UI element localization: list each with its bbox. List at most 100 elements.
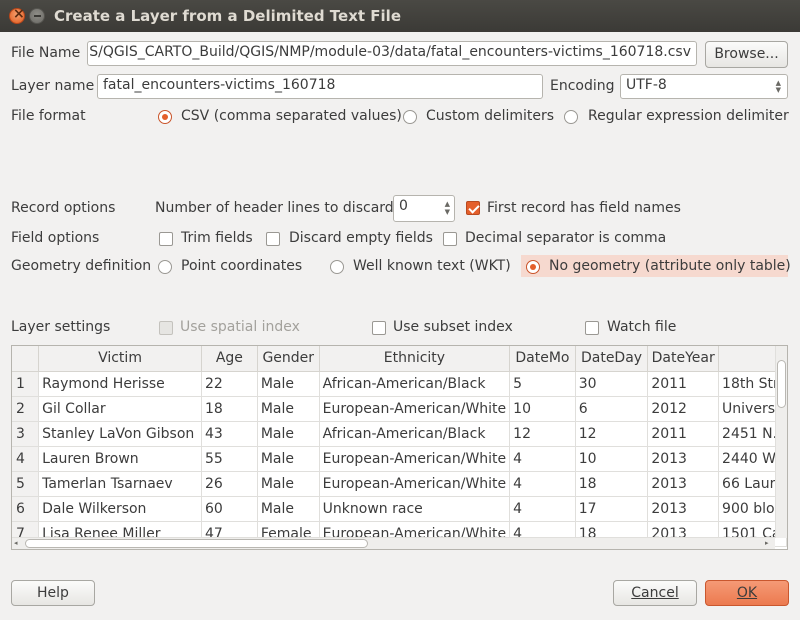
table-cell[interactable]: Tamerlan Tsarnaev [38, 471, 202, 497]
spatial-index-checkbox[interactable] [159, 321, 173, 335]
column-header[interactable]: Ethnicity [319, 346, 511, 372]
discard-empty-checkbox[interactable] [266, 232, 280, 246]
table-cell[interactable]: 60 [201, 496, 258, 522]
table-cell[interactable]: European-American/White [319, 446, 511, 472]
encoding-select[interactable]: UTF-8 ▲ ▼ [620, 74, 788, 99]
row-number: 6 [12, 496, 40, 522]
table-row[interactable]: 1 Raymond Herisse 22 Male African-American/B… [12, 371, 787, 397]
table-cell[interactable]: Lauren Brown [38, 446, 202, 472]
table-cell[interactable]: Male [257, 371, 320, 397]
trim-fields-label[interactable]: Trim fields [181, 230, 253, 246]
decimal-comma-label[interactable]: Decimal separator is comma [465, 230, 666, 246]
table-cell[interactable]: Stanley LaVon Gibson [38, 421, 202, 447]
watch-file-label[interactable]: Watch file [607, 319, 676, 335]
table-cell[interactable]: 4 [509, 471, 576, 497]
table-cell[interactable]: 2013 [647, 496, 720, 522]
table-row[interactable]: 2 Gil Collar 18 Male European-American/White… [12, 396, 787, 422]
discard-empty-label[interactable]: Discard empty fields [289, 230, 433, 246]
table-row[interactable]: 3 Stanley LaVon Gibson 43 Male African-Ameri… [12, 421, 787, 447]
watch-file-checkbox[interactable] [585, 321, 599, 335]
radio-custom-delimiters-label[interactable]: Custom delimiters [426, 108, 554, 124]
table-cell[interactable]: 2011 [647, 421, 720, 447]
radio-no-geometry[interactable] [526, 260, 540, 274]
row-number: 3 [12, 421, 40, 447]
table-cell[interactable]: Male [257, 496, 320, 522]
radio-csv[interactable] [158, 110, 172, 124]
table-cell[interactable]: 12 [509, 421, 576, 447]
minimize-window-button[interactable] [29, 8, 45, 24]
table-cell[interactable]: Dale Wilkerson [38, 496, 202, 522]
file-name-input[interactable]: GIS/QGIS_CARTO_Build/QGIS/NMP/module-03/… [87, 41, 697, 66]
table-cell[interactable]: 43 [201, 421, 258, 447]
table-cell[interactable]: 4 [509, 446, 576, 472]
radio-regex-delimiter-label[interactable]: Regular expression delimiter [588, 108, 789, 124]
header-lines-value: 0 [399, 198, 408, 214]
column-header[interactable]: Gender [257, 346, 320, 372]
table-cell[interactable]: 18 [201, 396, 258, 422]
radio-wkt-label[interactable]: Well known text (WKT) [353, 258, 511, 274]
column-header[interactable]: Victim [38, 346, 202, 372]
horizontal-scroll-thumb[interactable] [25, 539, 368, 548]
column-header[interactable]: DateMo [509, 346, 576, 372]
table-cell[interactable]: European-American/White [319, 396, 511, 422]
table-cell[interactable]: Male [257, 471, 320, 497]
table-cell[interactable]: Male [257, 396, 320, 422]
radio-csv-label[interactable]: CSV (comma separated values) [181, 108, 402, 124]
radio-no-geometry-label[interactable]: No geometry (attribute only table) [549, 258, 791, 274]
table-cell[interactable]: 10 [575, 446, 649, 472]
table-cell[interactable]: 4 [509, 496, 576, 522]
table-cell[interactable]: 2013 [647, 471, 720, 497]
table-row[interactable]: 5 Tamerlan Tsarnaev 26 Male European-America… [12, 471, 787, 497]
table-cell[interactable]: 26 [201, 471, 258, 497]
table-cell[interactable]: 5 [509, 371, 576, 397]
radio-point-coordinates-label[interactable]: Point coordinates [181, 258, 302, 274]
scroll-left-icon[interactable]: ◂ [14, 540, 18, 547]
spin-down-icon[interactable]: ▼ [445, 209, 450, 216]
radio-wkt[interactable] [330, 260, 344, 274]
table-cell[interactable]: 55 [201, 446, 258, 472]
help-button[interactable]: Help [11, 580, 95, 606]
trim-fields-checkbox[interactable] [159, 232, 173, 246]
cancel-button[interactable]: Cancel [613, 580, 697, 606]
table-cell[interactable]: 2013 [647, 446, 720, 472]
table-cell[interactable]: 2011 [647, 371, 720, 397]
layer-name-input[interactable]: fatal_encounters-victims_160718 [97, 74, 543, 99]
table-cell[interactable]: 30 [575, 371, 649, 397]
table-cell[interactable]: Raymond Herisse [38, 371, 202, 397]
vertical-scroll-thumb[interactable] [777, 360, 786, 408]
table-cell[interactable]: Unknown race [319, 496, 511, 522]
table-row[interactable]: 6 Dale Wilkerson 60 Male Unknown race 4 17 2013… [12, 496, 787, 522]
sample-data-table[interactable]: Victim Age Gender Ethnicity DateMo DateD… [11, 345, 788, 550]
table-cell[interactable]: 2012 [647, 396, 720, 422]
table-cell[interactable]: European-American/White [319, 471, 511, 497]
table-cell[interactable]: African-American/Black [319, 371, 511, 397]
table-row[interactable]: 4 Lauren Brown 55 Male European-American/Whi… [12, 446, 787, 472]
column-header[interactable]: DateDay [575, 346, 649, 372]
table-cell[interactable]: 12 [575, 421, 649, 447]
spin-up-icon[interactable]: ▲ [445, 201, 450, 208]
ok-button[interactable]: OK [705, 580, 789, 606]
first-record-label[interactable]: First record has field names [487, 200, 681, 216]
table-cell[interactable]: 17 [575, 496, 649, 522]
table-cell[interactable]: African-American/Black [319, 421, 511, 447]
table-cell[interactable]: 6 [575, 396, 649, 422]
decimal-comma-checkbox[interactable] [443, 232, 457, 246]
scroll-right-icon[interactable]: ▸ [765, 540, 769, 547]
radio-custom-delimiters[interactable] [403, 110, 417, 124]
column-header[interactable]: DateYear [647, 346, 720, 372]
table-cell[interactable]: 22 [201, 371, 258, 397]
header-lines-spinbox[interactable]: 0 ▲ ▼ [393, 195, 455, 222]
subset-index-label[interactable]: Use subset index [393, 319, 513, 335]
browse-button[interactable]: Browse... [705, 41, 788, 68]
radio-regex-delimiter[interactable] [564, 110, 578, 124]
first-record-checkbox[interactable] [466, 201, 480, 215]
column-header[interactable]: Age [201, 346, 258, 372]
subset-index-checkbox[interactable] [372, 321, 386, 335]
table-cell[interactable]: 18 [575, 471, 649, 497]
table-cell[interactable]: 10 [509, 396, 576, 422]
close-window-button[interactable] [9, 6, 25, 24]
table-cell[interactable]: Male [257, 421, 320, 447]
table-cell[interactable]: Male [257, 446, 320, 472]
table-cell[interactable]: Gil Collar [38, 396, 202, 422]
radio-point-coordinates[interactable] [158, 260, 172, 274]
